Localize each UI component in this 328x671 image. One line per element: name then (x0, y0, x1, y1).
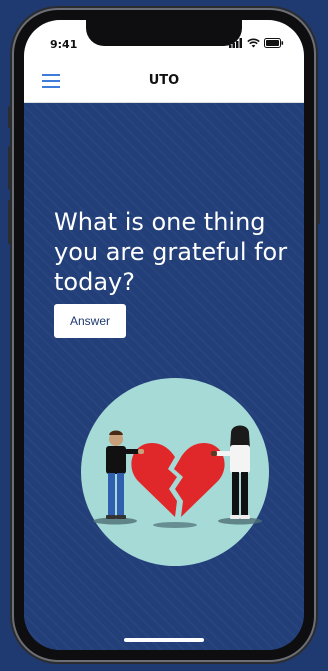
main-content: What is one thing you are grateful for t… (24, 103, 304, 650)
volume-up-button (8, 146, 12, 190)
status-time: 9:41 (50, 38, 78, 51)
mute-switch (8, 106, 12, 128)
power-button (316, 160, 320, 224)
app-title: UTO (148, 73, 180, 88)
battery-icon (264, 38, 284, 48)
wifi-icon (247, 38, 260, 48)
page: 9:41 UTO What is one thing you are grate… (0, 0, 328, 671)
signal-icon (229, 38, 242, 48)
status-bar: 9:41 (24, 20, 304, 60)
phone-screen: 9:41 UTO What is one thing you are grate… (24, 20, 304, 650)
volume-down-button (8, 200, 12, 244)
home-indicator[interactable] (124, 638, 204, 642)
phone-frame: 9:41 UTO What is one thing you are grate… (8, 10, 320, 660)
status-icons (229, 38, 284, 48)
notch (86, 20, 242, 46)
answer-button[interactable]: Answer (54, 304, 126, 338)
grateful-illustration (81, 378, 269, 566)
app-navbar: UTO (24, 60, 304, 103)
daily-question: What is one thing you are grateful for t… (54, 208, 288, 296)
